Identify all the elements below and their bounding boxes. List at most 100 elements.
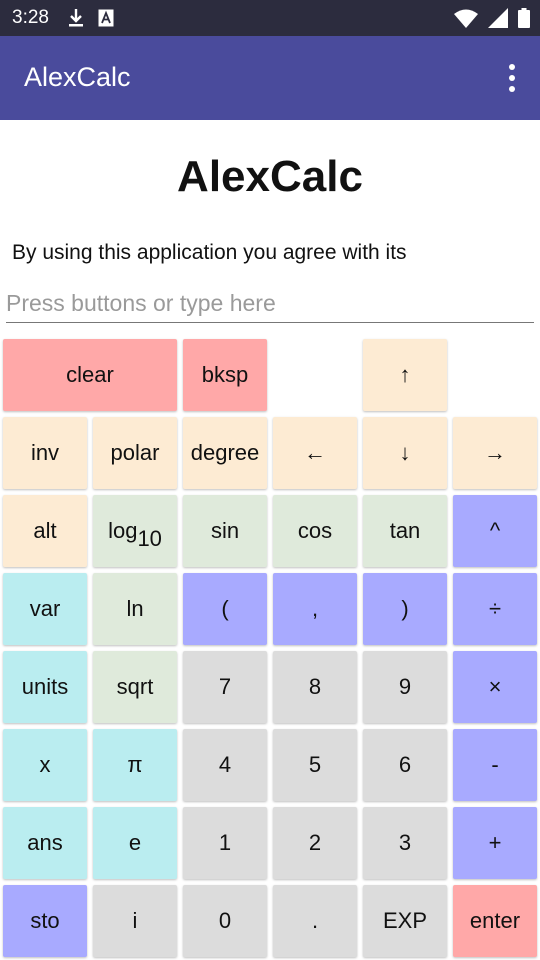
digit-7-label: 7 [218,674,232,699]
digit-0-button[interactable]: 0 [183,885,267,957]
digit-4-button[interactable]: 4 [183,729,267,801]
units-button-label: units [21,674,69,699]
log-base-subscript: 10 [137,526,162,551]
terms-text[interactable]: By using this application you agree with… [12,241,407,265]
clear-button[interactable]: clear [3,339,177,411]
divide-button[interactable]: ÷ [453,573,537,645]
download-icon [69,9,83,27]
digit-9-label: 9 [398,674,412,699]
power-button-label: ^ [489,518,501,543]
x-button-label: x [39,752,51,777]
sin-button[interactable]: sin [183,495,267,567]
multiply-label: × [488,674,502,699]
polar-button[interactable]: polar [93,417,177,489]
backspace-button-label: bksp [201,362,249,387]
inv-button-label: inv [30,440,60,465]
enter-button-label: enter [469,908,521,933]
multiply-button[interactable]: × [453,651,537,723]
exp-button[interactable]: EXP [363,885,447,957]
divide-label: ÷ [488,596,502,621]
close-paren-label: ) [401,596,409,621]
wifi-icon [454,9,478,28]
arrow-right-icon: → [484,440,506,465]
digit-8-button[interactable]: 8 [273,651,357,723]
ans-button-label: ans [27,830,63,855]
status-bar: 3:28 [0,0,540,36]
arrow-up-icon: ↑ [399,362,411,387]
signal-icon [488,8,508,28]
app-bar: AlexCalc [0,36,540,120]
digit-6-button[interactable]: 6 [363,729,447,801]
enter-button[interactable]: enter [453,885,537,957]
plus-label: + [488,830,502,855]
status-time: 3:28 [12,7,49,28]
clear-button-label: clear [66,362,114,387]
var-button[interactable]: var [3,573,87,645]
digit-5-label: 5 [308,752,322,777]
open-paren-button[interactable]: ( [183,573,267,645]
close-paren-button[interactable]: ) [363,573,447,645]
e-button-label: e [128,830,142,855]
imaginary-i-label: i [132,908,138,933]
sin-button-label: sin [210,518,240,543]
page-title: AlexCalc [177,152,363,201]
arrow-left-icon: ← [304,440,326,465]
digit-1-button[interactable]: 1 [183,807,267,879]
plus-button[interactable]: + [453,807,537,879]
alt-button-label: alt [33,518,57,543]
pi-button[interactable]: π [93,729,177,801]
arrow-up-button[interactable]: ↑ [363,339,447,411]
digit-8-label: 8 [308,674,322,699]
open-paren-label: ( [221,596,229,621]
arrow-down-icon: ↓ [399,440,411,465]
ln-button[interactable]: ln [93,573,177,645]
more-vert-icon[interactable] [502,62,522,94]
arrow-down-button[interactable]: ↓ [363,417,447,489]
digit-0-label: 0 [218,908,232,933]
minus-label: - [491,752,499,777]
minus-button[interactable]: - [453,729,537,801]
x-button[interactable]: x [3,729,87,801]
digit-2-label: 2 [308,830,322,855]
digit-3-label: 3 [398,830,412,855]
cos-button[interactable]: cos [273,495,357,567]
exp-button-label: EXP [382,908,428,933]
log10-button-label: log10 [108,518,162,551]
tan-button[interactable]: tan [363,495,447,567]
ans-button[interactable]: ans [3,807,87,879]
comma-label: , [311,596,319,621]
decimal-point-label: . [311,908,319,933]
degree-button[interactable]: degree [183,417,267,489]
digit-5-button[interactable]: 5 [273,729,357,801]
e-button[interactable]: e [93,807,177,879]
imaginary-i-button[interactable]: i [93,885,177,957]
polar-button-label: polar [110,440,160,465]
alt-button[interactable]: alt [3,495,87,567]
sto-button-label: sto [30,908,60,933]
units-button[interactable]: units [3,651,87,723]
expression-input[interactable] [6,284,534,323]
sqrt-button[interactable]: sqrt [93,651,177,723]
sqrt-button-label: sqrt [116,674,154,699]
pi-button-label: π [127,752,143,777]
ln-button-label: ln [126,596,144,621]
app-bar-title: AlexCalc [24,62,131,92]
arrow-right-button[interactable]: → [453,417,537,489]
power-button[interactable]: ^ [453,495,537,567]
var-button-label: var [29,596,61,621]
tan-button-label: tan [389,518,421,543]
digit-1-label: 1 [218,830,232,855]
digit-9-button[interactable]: 9 [363,651,447,723]
backspace-button[interactable]: bksp [183,339,267,411]
arrow-left-button[interactable]: ← [273,417,357,489]
cos-button-label: cos [297,518,333,543]
sto-button[interactable]: sto [3,885,87,957]
log10-button[interactable]: log10 [93,495,177,567]
comma-button[interactable]: , [273,573,357,645]
decimal-point-button[interactable]: . [273,885,357,957]
digit-4-label: 4 [218,752,232,777]
inv-button[interactable]: inv [3,417,87,489]
digit-7-button[interactable]: 7 [183,651,267,723]
digit-2-button[interactable]: 2 [273,807,357,879]
digit-3-button[interactable]: 3 [363,807,447,879]
